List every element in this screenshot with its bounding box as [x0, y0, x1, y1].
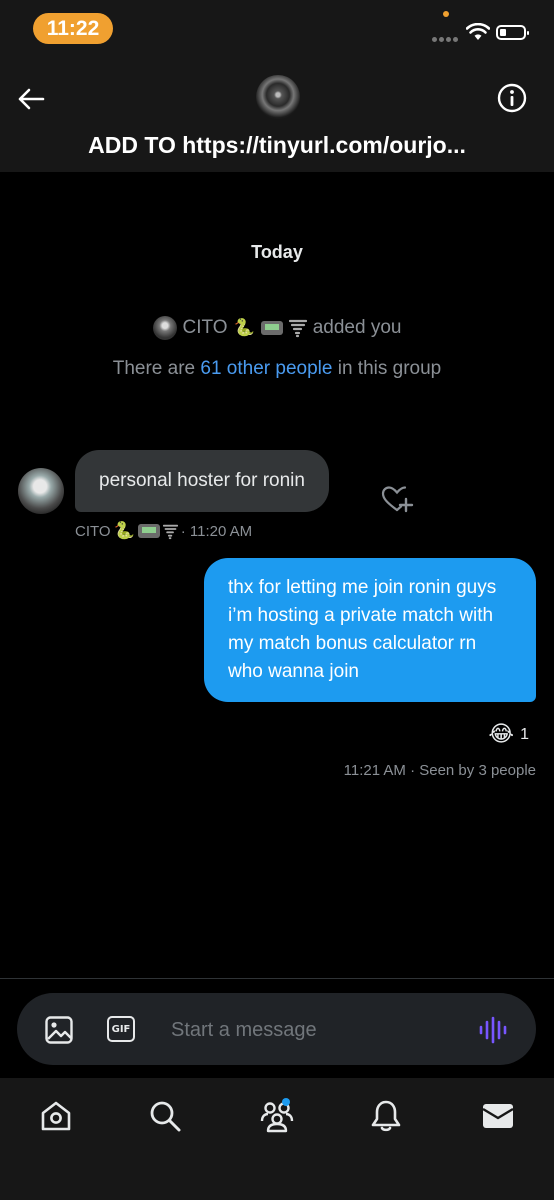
gif-button[interactable]: GIF	[107, 1016, 135, 1042]
messages-icon	[482, 1104, 514, 1128]
added-you-text: added you	[312, 317, 402, 338]
sender-pager-icon	[137, 524, 160, 538]
notifications-icon	[371, 1100, 401, 1132]
nav-messages[interactable]	[478, 1096, 518, 1136]
laughing-emoji: 😂	[488, 722, 515, 747]
day-separator: Today	[251, 242, 303, 262]
message-thread[interactable]: Today CITO 🐍 added you There are 61 othe…	[0, 172, 554, 978]
message-composer: GIF	[17, 993, 536, 1065]
add-reaction-icon[interactable]	[380, 484, 414, 514]
wifi-icon	[466, 23, 490, 40]
reaction-count: 1	[520, 725, 529, 743]
outgoing-message-meta: 11:21 AM · Seen by 3 people	[344, 762, 536, 779]
pager-icon	[260, 321, 283, 335]
other-people-link[interactable]: 61 other people	[200, 358, 332, 379]
group-title[interactable]: ADD TO https://tinyurl.com/ourjo...	[0, 132, 554, 159]
sender-avatar[interactable]	[18, 468, 64, 514]
communities-notification-dot	[282, 1098, 290, 1106]
nav-communities[interactable]	[257, 1096, 297, 1136]
seen-by-status[interactable]: · Seen by 3 people	[406, 762, 536, 779]
back-arrow-icon	[18, 88, 45, 110]
snake-emoji: 🐍	[233, 318, 255, 338]
message-reaction[interactable]: 😂 1	[488, 722, 529, 747]
sender-tornado-icon	[162, 524, 178, 539]
status-time: 11:22	[33, 13, 113, 44]
nav-home[interactable]	[36, 1096, 76, 1136]
incoming-message-meta: CITO 🐍 · 11:20 AM	[75, 521, 252, 541]
message-input[interactable]	[169, 1011, 453, 1049]
tornado-icon	[288, 319, 307, 338]
search-icon	[150, 1101, 181, 1132]
communities-icon	[260, 1102, 294, 1133]
composer-area: GIF	[0, 978, 554, 1079]
adder-name[interactable]: CITO	[183, 317, 228, 339]
back-button[interactable]	[14, 82, 48, 116]
sender-snake-emoji: 🐍	[113, 521, 135, 541]
status-bar: 11:22	[0, 0, 554, 60]
battery-icon	[496, 25, 529, 40]
incoming-message-time: · 11:20 AM	[180, 522, 253, 540]
adder-avatar[interactable]	[152, 316, 177, 340]
nav-notifications[interactable]	[366, 1096, 406, 1136]
incoming-message-bubble[interactable]: personal hoster for ronin	[75, 450, 329, 512]
bottom-navigation	[0, 1078, 554, 1200]
info-icon[interactable]	[496, 82, 528, 114]
home-icon	[41, 1101, 71, 1131]
conversation-header: ADD TO https://tinyurl.com/ourjo...	[0, 60, 554, 172]
sender-name[interactable]: CITO	[75, 523, 111, 540]
voice-message-icon[interactable]	[478, 1015, 508, 1045]
outgoing-message-time: 11:21 AM	[343, 762, 406, 779]
group-member-count: There are 61 other people in this group	[112, 358, 442, 379]
outgoing-message-bubble[interactable]: thx for letting me join ronin guys i’m h…	[204, 558, 536, 702]
system-added-notice: CITO 🐍 added you	[0, 316, 554, 340]
mic-indicator-dot	[443, 11, 449, 17]
group-avatar[interactable]	[256, 75, 300, 119]
image-icon[interactable]	[44, 1015, 74, 1045]
cellular-signal-icon	[432, 37, 458, 43]
nav-search[interactable]	[145, 1096, 185, 1136]
